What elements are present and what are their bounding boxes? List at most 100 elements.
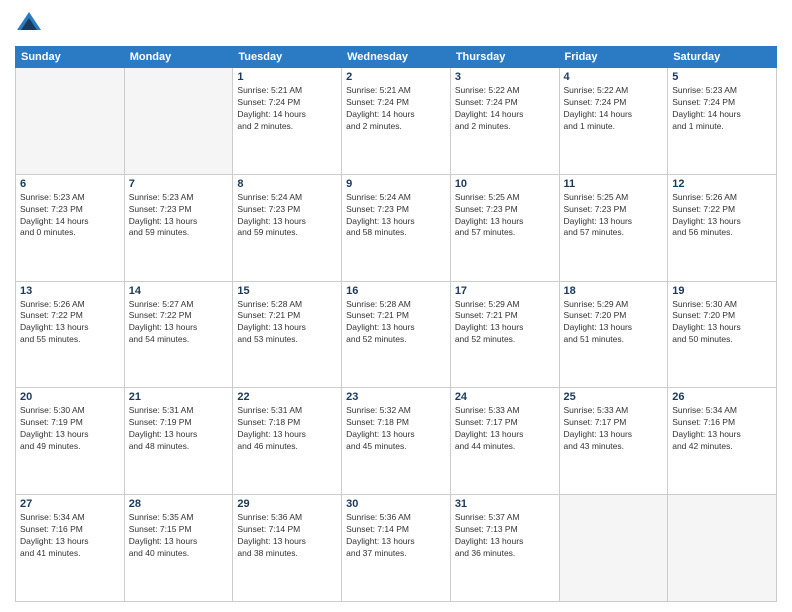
weekday-header-tuesday: Tuesday — [233, 47, 342, 68]
cell-info: Sunrise: 5:31 AM Sunset: 7:18 PM Dayligh… — [237, 405, 337, 453]
cell-info: Sunrise: 5:30 AM Sunset: 7:19 PM Dayligh… — [20, 405, 120, 453]
calendar-table: SundayMondayTuesdayWednesdayThursdayFrid… — [15, 46, 777, 602]
weekday-header-sunday: Sunday — [16, 47, 125, 68]
cell-info: Sunrise: 5:34 AM Sunset: 7:16 PM Dayligh… — [20, 512, 120, 560]
calendar-cell: 17 Sunrise: 5:29 AM Sunset: 7:21 PM Dayli… — [450, 281, 559, 388]
day-number: 29 — [237, 498, 337, 510]
day-number: 11 — [564, 178, 664, 190]
day-number: 20 — [20, 391, 120, 403]
day-number: 23 — [346, 391, 446, 403]
calendar-cell: 14 Sunrise: 5:27 AM Sunset: 7:22 PM Dayli… — [124, 281, 233, 388]
calendar-cell — [559, 495, 668, 602]
cell-info: Sunrise: 5:29 AM Sunset: 7:21 PM Dayligh… — [455, 299, 555, 347]
day-number: 14 — [129, 285, 229, 297]
day-number: 21 — [129, 391, 229, 403]
calendar-week-5: 27 Sunrise: 5:34 AM Sunset: 7:16 PM Dayli… — [16, 495, 777, 602]
day-number: 26 — [672, 391, 772, 403]
page: SundayMondayTuesdayWednesdayThursdayFrid… — [0, 0, 792, 612]
day-number: 22 — [237, 391, 337, 403]
logo — [15, 10, 47, 38]
day-number: 17 — [455, 285, 555, 297]
day-number: 9 — [346, 178, 446, 190]
calendar-cell: 30 Sunrise: 5:36 AM Sunset: 7:14 PM Dayli… — [342, 495, 451, 602]
cell-info: Sunrise: 5:25 AM Sunset: 7:23 PM Dayligh… — [564, 192, 664, 240]
calendar-cell: 26 Sunrise: 5:34 AM Sunset: 7:16 PM Dayli… — [668, 388, 777, 495]
calendar-cell: 21 Sunrise: 5:31 AM Sunset: 7:19 PM Dayli… — [124, 388, 233, 495]
calendar-cell: 31Sunrise: 5:37 AM Sunset: 7:13 PM Dayli… — [450, 495, 559, 602]
day-number: 1 — [237, 71, 337, 83]
day-number: 28 — [129, 498, 229, 510]
cell-info: Sunrise: 5:32 AM Sunset: 7:18 PM Dayligh… — [346, 405, 446, 453]
cell-info: Sunrise: 5:28 AM Sunset: 7:21 PM Dayligh… — [346, 299, 446, 347]
cell-info: Sunrise: 5:29 AM Sunset: 7:20 PM Dayligh… — [564, 299, 664, 347]
cell-info: Sunrise: 5:26 AM Sunset: 7:22 PM Dayligh… — [672, 192, 772, 240]
day-number: 30 — [346, 498, 446, 510]
calendar-cell: 11 Sunrise: 5:25 AM Sunset: 7:23 PM Dayli… — [559, 174, 668, 281]
weekday-header-saturday: Saturday — [668, 47, 777, 68]
cell-info: Sunrise: 5:36 AM Sunset: 7:14 PM Dayligh… — [237, 512, 337, 560]
day-number: 6 — [20, 178, 120, 190]
cell-info: Sunrise: 5:23 AM Sunset: 7:23 PM Dayligh… — [20, 192, 120, 240]
calendar-cell: 8 Sunrise: 5:24 AM Sunset: 7:23 PM Daylig… — [233, 174, 342, 281]
day-number: 24 — [455, 391, 555, 403]
cell-info: Sunrise: 5:22 AM Sunset: 7:24 PM Dayligh… — [455, 85, 555, 133]
calendar-cell: 7 Sunrise: 5:23 AM Sunset: 7:23 PM Daylig… — [124, 174, 233, 281]
calendar-cell: 1 Sunrise: 5:21 AM Sunset: 7:24 PM Daylig… — [233, 68, 342, 175]
calendar-cell: 20 Sunrise: 5:30 AM Sunset: 7:19 PM Dayli… — [16, 388, 125, 495]
cell-info: Sunrise: 5:33 AM Sunset: 7:17 PM Dayligh… — [455, 405, 555, 453]
cell-info: Sunrise: 5:22 AM Sunset: 7:24 PM Dayligh… — [564, 85, 664, 133]
calendar-cell: 16Sunrise: 5:28 AM Sunset: 7:21 PM Dayli… — [342, 281, 451, 388]
day-number: 7 — [129, 178, 229, 190]
cell-info: Sunrise: 5:37 AM Sunset: 7:13 PM Dayligh… — [455, 512, 555, 560]
cell-info: Sunrise: 5:21 AM Sunset: 7:24 PM Dayligh… — [237, 85, 337, 133]
calendar-cell: 15 Sunrise: 5:28 AM Sunset: 7:21 PM Dayli… — [233, 281, 342, 388]
cell-info: Sunrise: 5:28 AM Sunset: 7:21 PM Dayligh… — [237, 299, 337, 347]
header — [15, 10, 777, 38]
day-number: 15 — [237, 285, 337, 297]
calendar-cell: 6 Sunrise: 5:23 AM Sunset: 7:23 PM Daylig… — [16, 174, 125, 281]
calendar-week-1: 1 Sunrise: 5:21 AM Sunset: 7:24 PM Daylig… — [16, 68, 777, 175]
day-number: 19 — [672, 285, 772, 297]
calendar-cell: 22 Sunrise: 5:31 AM Sunset: 7:18 PM Dayli… — [233, 388, 342, 495]
cell-info: Sunrise: 5:24 AM Sunset: 7:23 PM Dayligh… — [237, 192, 337, 240]
weekday-header-thursday: Thursday — [450, 47, 559, 68]
day-number: 10 — [455, 178, 555, 190]
day-number: 18 — [564, 285, 664, 297]
calendar-cell: 28 Sunrise: 5:35 AM Sunset: 7:15 PM Dayli… — [124, 495, 233, 602]
cell-info: Sunrise: 5:31 AM Sunset: 7:19 PM Dayligh… — [129, 405, 229, 453]
cell-info: Sunrise: 5:26 AM Sunset: 7:22 PM Dayligh… — [20, 299, 120, 347]
day-number: 4 — [564, 71, 664, 83]
cell-info: Sunrise: 5:23 AM Sunset: 7:23 PM Dayligh… — [129, 192, 229, 240]
calendar-cell: 4 Sunrise: 5:22 AM Sunset: 7:24 PM Daylig… — [559, 68, 668, 175]
day-number: 12 — [672, 178, 772, 190]
day-number: 25 — [564, 391, 664, 403]
calendar-week-2: 6 Sunrise: 5:23 AM Sunset: 7:23 PM Daylig… — [16, 174, 777, 281]
cell-info: Sunrise: 5:35 AM Sunset: 7:15 PM Dayligh… — [129, 512, 229, 560]
calendar-cell: 12 Sunrise: 5:26 AM Sunset: 7:22 PM Dayli… — [668, 174, 777, 281]
calendar-cell: 10 Sunrise: 5:25 AM Sunset: 7:23 PM Dayli… — [450, 174, 559, 281]
cell-info: Sunrise: 5:36 AM Sunset: 7:14 PM Dayligh… — [346, 512, 446, 560]
calendar-cell: 13Sunrise: 5:26 AM Sunset: 7:22 PM Dayli… — [16, 281, 125, 388]
cell-info: Sunrise: 5:23 AM Sunset: 7:24 PM Dayligh… — [672, 85, 772, 133]
cell-info: Sunrise: 5:25 AM Sunset: 7:23 PM Dayligh… — [455, 192, 555, 240]
calendar-cell: 2 Sunrise: 5:21 AM Sunset: 7:24 PM Daylig… — [342, 68, 451, 175]
day-number: 27 — [20, 498, 120, 510]
day-number: 3 — [455, 71, 555, 83]
day-number: 2 — [346, 71, 446, 83]
cell-info: Sunrise: 5:34 AM Sunset: 7:16 PM Dayligh… — [672, 405, 772, 453]
cell-info: Sunrise: 5:33 AM Sunset: 7:17 PM Dayligh… — [564, 405, 664, 453]
calendar-cell: 23 Sunrise: 5:32 AM Sunset: 7:18 PM Dayli… — [342, 388, 451, 495]
cell-info: Sunrise: 5:21 AM Sunset: 7:24 PM Dayligh… — [346, 85, 446, 133]
cell-info: Sunrise: 5:27 AM Sunset: 7:22 PM Dayligh… — [129, 299, 229, 347]
logo-icon — [15, 10, 43, 38]
calendar-cell: 5Sunrise: 5:23 AM Sunset: 7:24 PM Daylig… — [668, 68, 777, 175]
calendar-cell: 9Sunrise: 5:24 AM Sunset: 7:23 PM Daylig… — [342, 174, 451, 281]
calendar-cell: 3 Sunrise: 5:22 AM Sunset: 7:24 PM Daylig… — [450, 68, 559, 175]
calendar-cell: 18 Sunrise: 5:29 AM Sunset: 7:20 PM Dayli… — [559, 281, 668, 388]
weekday-header-row: SundayMondayTuesdayWednesdayThursdayFrid… — [16, 47, 777, 68]
calendar-cell: 27 Sunrise: 5:34 AM Sunset: 7:16 PM Dayli… — [16, 495, 125, 602]
day-number: 8 — [237, 178, 337, 190]
calendar-week-4: 20 Sunrise: 5:30 AM Sunset: 7:19 PM Dayli… — [16, 388, 777, 495]
calendar-cell — [16, 68, 125, 175]
weekday-header-monday: Monday — [124, 47, 233, 68]
